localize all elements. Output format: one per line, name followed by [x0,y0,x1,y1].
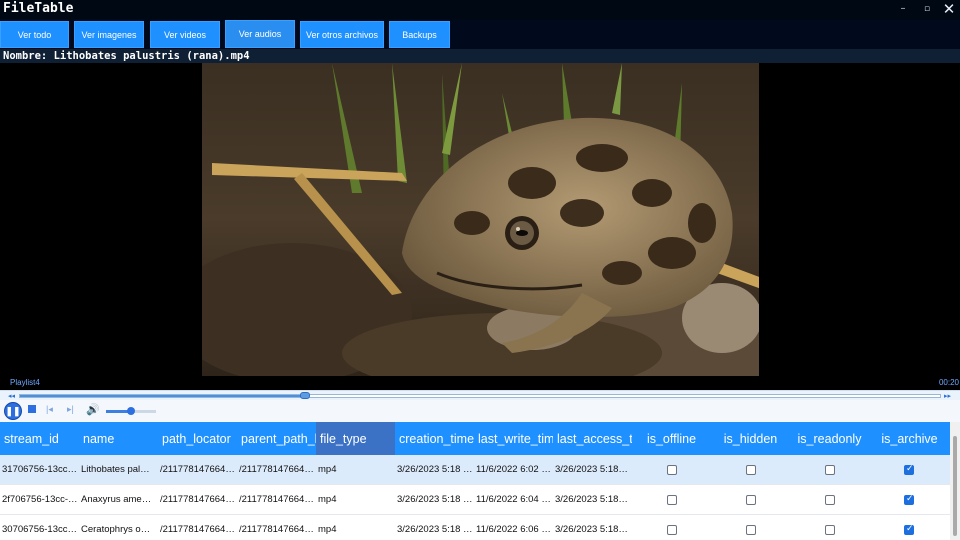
frog-video-image [202,63,759,376]
cell-stream-id: 2f706756-13cc-… [2,494,78,505]
cell-stream-id: 31706756-13cc-… [2,464,79,475]
column-header-file-type[interactable]: file_type [316,422,395,455]
ver-todo-button[interactable]: Ver todo [0,21,69,48]
seek-bar: ◂◂ ▸▸ [0,390,960,400]
is-hidden-checkbox[interactable] [746,495,756,505]
scrollbar-thumb[interactable] [953,436,957,536]
video-player[interactable] [0,63,960,376]
cell-path-locator: /211778147664… [160,494,235,505]
previous-icon[interactable]: |◂ [46,404,53,415]
video-frame[interactable] [202,63,759,376]
is-archive-checkbox[interactable] [904,524,914,535]
is-offline-checkbox[interactable] [667,495,677,505]
column-header-is-offline[interactable]: is_offline [632,422,711,455]
player-controls: ❚❚ |◂ ▸| 🔊 [0,400,960,422]
is-offline-checkbox[interactable] [667,525,677,535]
minimize-icon[interactable]: – [892,1,914,17]
next-icon[interactable]: ▸| [67,404,74,415]
is-archive-checkbox[interactable] [904,464,914,475]
file-name-label: Nombre: Lithobates palustris (rana).mp4 [3,50,250,62]
player-status-bar: Playlist4 00:20 [0,376,960,390]
cell-last-write-time: 11/6/2022 6:02 … [476,464,551,475]
cell-file-type: mp4 [318,524,337,535]
close-icon[interactable]: ✕ [938,1,960,17]
cell-creation-time: 3/26/2023 5:18 … [397,524,473,535]
cell-file-type: mp4 [318,494,337,505]
cell-creation-time: 3/26/2023 5:18 … [397,464,473,475]
cell-last-write-time: 11/6/2022 6:06 … [476,524,551,535]
cell-creation-time: 3/26/2023 5:18 … [397,494,473,505]
app-title: FileTable [3,1,74,16]
pause-button[interactable]: ❚❚ [4,402,22,420]
vertical-scrollbar[interactable] [950,422,960,540]
cell-stream-id: 30706756-13cc… [2,524,77,535]
cell-file-type: mp4 [318,464,337,475]
toolbar: Ver todo Ver imagenes Ver videos Ver aud… [0,20,960,49]
cell-last-access-time: 3/26/2023 5:18… [555,524,628,535]
column-header-stream-id[interactable]: stream_id [0,422,79,455]
stop-button[interactable] [28,405,36,413]
seek-progress [20,395,306,397]
table-row[interactable]: 30706756-13cc… Ceratophrys o… /211778147… [0,515,950,540]
volume-slider[interactable] [106,407,156,415]
column-header-parent-path-locator[interactable]: parent_path_l [237,422,316,455]
is-hidden-checkbox[interactable] [746,525,756,535]
file-table-grid[interactable]: stream_id name path_locator parent_path_… [0,422,960,540]
ver-otros-archivos-button[interactable]: Ver otros archivos [300,21,384,48]
is-offline-checkbox[interactable] [667,465,677,475]
cell-path-locator: /211778147664… [160,524,235,535]
cell-parent-path-locator: /211778147664… [239,524,314,535]
volume-thumb[interactable] [127,407,135,415]
grid-header: stream_id name path_locator parent_path_… [0,422,950,455]
cell-last-access-time: 3/26/2023 5:18… [555,494,628,505]
table-row[interactable]: 31706756-13cc-… Lithobates pal… /2117781… [0,455,950,485]
file-name-bar: Nombre: Lithobates palustris (rana).mp4 [0,49,960,63]
cell-name: Lithobates pal… [81,464,150,475]
column-header-is-readonly[interactable]: is_readonly [790,422,869,455]
column-header-last-access-time[interactable]: last_access_ti [553,422,632,455]
backups-button[interactable]: Backups [389,21,450,48]
column-header-is-archive[interactable]: is_archive [869,422,950,455]
column-header-last-write-time[interactable]: last_write_tim [474,422,553,455]
seek-slider[interactable] [19,392,941,399]
is-archive-checkbox[interactable] [904,494,914,505]
ver-imagenes-button[interactable]: Ver imagenes [74,21,144,48]
cell-name: Ceratophrys o… [81,524,151,535]
column-header-is-hidden[interactable]: is_hidden [711,422,790,455]
column-header-creation-time[interactable]: creation_time [395,422,474,455]
seek-thumb[interactable] [300,392,311,399]
playlist-label: Playlist4 [10,378,40,387]
rewind-icon[interactable]: ◂◂ [8,392,15,400]
table-row[interactable]: 2f706756-13cc-… Anaxyrus ame… /211778147… [0,485,950,515]
time-label: 00:20 [938,378,959,387]
cell-parent-path-locator: /211778147664… [239,494,314,505]
is-hidden-checkbox[interactable] [746,465,756,475]
cell-last-write-time: 11/6/2022 6:04 … [476,494,551,505]
column-header-name[interactable]: name [79,422,158,455]
fast-forward-icon[interactable]: ▸▸ [944,392,951,400]
title-bar: FileTable – ▫ ✕ [0,0,960,20]
is-readonly-checkbox[interactable] [825,495,835,505]
is-readonly-checkbox[interactable] [825,525,835,535]
cell-last-access-time: 3/26/2023 5:18… [555,464,628,475]
ver-videos-button[interactable]: Ver videos [150,21,220,48]
cell-parent-path-locator: /211778147664… [239,464,314,475]
volume-icon[interactable]: 🔊 [86,403,100,416]
column-header-path-locator[interactable]: path_locator [158,422,237,455]
ver-audios-button[interactable]: Ver audios [225,20,295,48]
maximize-icon[interactable]: ▫ [916,1,938,17]
cell-name: Anaxyrus ame… [81,494,152,505]
is-readonly-checkbox[interactable] [825,465,835,475]
cell-path-locator: /211778147664… [160,464,235,475]
